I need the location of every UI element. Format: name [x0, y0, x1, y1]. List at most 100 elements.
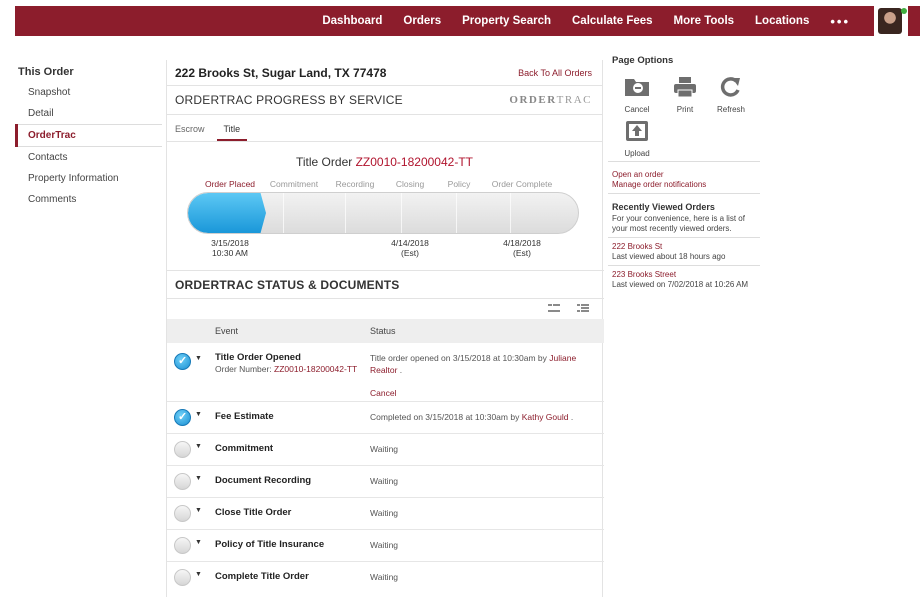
cancel-order-link[interactable]: Cancel — [370, 388, 396, 398]
pending-circle-icon[interactable] — [174, 473, 191, 490]
upload-icon — [626, 121, 648, 141]
pending-circle-icon[interactable] — [174, 537, 191, 554]
cancel-button[interactable]: Cancel — [620, 76, 654, 114]
sidebar-item-snapshot[interactable]: Snapshot — [15, 82, 162, 103]
icon-part — [577, 304, 580, 306]
stage-recording: Recording — [335, 179, 375, 189]
table-row: ▼ Commitment Waiting — [167, 434, 604, 466]
event-name: Fee Estimate — [215, 411, 274, 422]
expand-caret-icon[interactable]: ▼ — [195, 539, 202, 546]
pending-circle-icon[interactable] — [174, 441, 191, 458]
sidebar-item-comments[interactable]: Comments — [15, 189, 162, 210]
stage-order-placed: Order Placed — [204, 179, 256, 189]
date-closing: 4/14/2018 (Est) — [391, 238, 429, 258]
print-label: Print — [676, 105, 694, 114]
order-title-prefix: Title Order — [296, 155, 356, 169]
progress-section-title: ORDERTRAC PROGRESS BY SERVICE — [175, 93, 403, 107]
top-nav: Dashboard Orders Property Search Calcula… — [301, 6, 850, 36]
page-options-panel: Page Options Cancel Print Refresh Upload… — [608, 55, 760, 293]
expand-caret-icon[interactable]: ▼ — [195, 571, 202, 578]
completed-check-icon[interactable] — [174, 353, 191, 370]
progress-header: ORDERTRAC PROGRESS BY SERVICE ORDERTRAC — [167, 86, 602, 115]
manage-notifications-link[interactable]: Manage order notifications — [612, 180, 760, 190]
order-title: Title Order ZZ0010-18200042-TT — [167, 155, 602, 169]
avatar — [878, 8, 902, 34]
back-to-orders-link[interactable]: Back To All Orders — [518, 68, 592, 78]
estimate-label: (Est) — [401, 248, 419, 258]
date-order-complete: 4/18/2018 (Est) — [503, 238, 541, 258]
expand-caret-icon[interactable]: ▼ — [195, 475, 202, 482]
event-status: Waiting — [370, 508, 399, 518]
recent-order-link[interactable]: 223 Brooks Street — [612, 270, 760, 280]
logo-order-text: ORDER — [509, 94, 557, 106]
list-item: 222 Brooks St Last viewed about 18 hours… — [608, 238, 760, 266]
page-options-title: Page Options — [612, 55, 674, 66]
progress-segment-divider — [510, 193, 511, 233]
event-status: Waiting — [370, 572, 399, 582]
user-avatar-button[interactable] — [874, 6, 908, 36]
status-end: . — [568, 412, 574, 422]
detailed-view-icon[interactable] — [577, 304, 589, 313]
sidebar-item-contacts[interactable]: Contacts — [15, 147, 162, 168]
event-name: Complete Title Order — [215, 571, 309, 582]
table-row: ▼ Complete Title Order Waiting — [167, 562, 604, 594]
expand-caret-icon[interactable]: ▼ — [195, 355, 202, 362]
nav-dashboard[interactable]: Dashboard — [322, 15, 382, 27]
tab-title[interactable]: Title — [216, 124, 248, 141]
nav-more-tools[interactable]: More Tools — [674, 15, 734, 27]
expand-caret-icon[interactable]: ▼ — [195, 411, 202, 418]
progress-segment-divider — [401, 193, 402, 233]
nav-locations[interactable]: Locations — [755, 15, 809, 27]
sidebar-title: This Order — [18, 66, 74, 78]
recent-orders-title: Recently Viewed Orders — [612, 202, 715, 212]
date-value: 4/14/2018 — [391, 238, 429, 248]
refresh-button[interactable]: Refresh — [714, 76, 748, 114]
recent-order-viewed: Last viewed on 7/02/2018 at 10:26 AM — [612, 279, 749, 289]
compact-view-icon[interactable] — [548, 304, 560, 313]
stage-closing: Closing — [395, 179, 425, 189]
completed-check-icon[interactable] — [174, 409, 191, 426]
table-row: ▼ Policy of Title Insurance Waiting — [167, 530, 604, 562]
sidebar-item-ordertrac[interactable]: OrderTrac — [15, 124, 162, 147]
order-number: ZZ0010-18200042-TT — [355, 155, 473, 169]
status-end: . — [397, 365, 403, 375]
table-row: ▼ Fee Estimate Completed on 3/15/2018 at… — [167, 402, 604, 434]
main-panel: 222 Brooks St, Sugar Land, TX 77478 Back… — [166, 60, 604, 597]
icon-part — [577, 310, 580, 312]
printer-icon — [674, 77, 696, 98]
more-menu-icon[interactable]: ••• — [830, 14, 850, 29]
refresh-label: Refresh — [716, 105, 745, 114]
table-row: ▼ Title Order Opened Order Number: ZZ001… — [167, 343, 604, 402]
ordertrac-logo: ORDERTRAC — [509, 94, 592, 106]
progress-segment-divider — [456, 193, 457, 233]
nav-property-search[interactable]: Property Search — [462, 15, 551, 27]
tab-escrow[interactable]: Escrow — [175, 124, 212, 141]
expand-caret-icon[interactable]: ▼ — [195, 443, 202, 450]
event-status: Waiting — [370, 476, 399, 486]
time-value: 10:30 AM — [212, 248, 248, 258]
order-number-link[interactable]: ZZ0010-18200042-TT — [274, 364, 357, 374]
progress-segment-divider — [345, 193, 346, 233]
recent-order-link[interactable]: 222 Brooks St — [612, 242, 760, 252]
nav-orders[interactable]: Orders — [403, 15, 441, 27]
user-link[interactable]: Kathy Gould — [522, 412, 569, 422]
estimate-label: (Est) — [513, 248, 531, 258]
order-links: Open an order Manage order notifications — [608, 162, 760, 194]
icon-part — [581, 307, 589, 309]
sidebar-item-property-information[interactable]: Property Information — [15, 168, 162, 189]
table-row: ▼ Document Recording Waiting — [167, 466, 604, 498]
logo-trac-text: TRAC — [556, 94, 592, 106]
sidebar-item-detail[interactable]: Detail — [15, 103, 162, 124]
top-nav-bar: Dashboard Orders Property Search Calcula… — [15, 6, 920, 36]
open-order-link[interactable]: Open an order — [612, 170, 760, 180]
upload-button[interactable]: Upload — [620, 120, 654, 158]
column-header-status: Status — [370, 326, 396, 336]
stage-policy: Policy — [447, 179, 471, 189]
pending-circle-icon[interactable] — [174, 505, 191, 522]
nav-calculate-fees[interactable]: Calculate Fees — [572, 15, 653, 27]
print-button[interactable]: Print — [668, 76, 702, 114]
pending-circle-icon[interactable] — [174, 569, 191, 586]
online-status-icon — [901, 8, 907, 14]
recent-orders-description: For your convenience, here is a list of … — [608, 214, 760, 238]
expand-caret-icon[interactable]: ▼ — [195, 507, 202, 514]
